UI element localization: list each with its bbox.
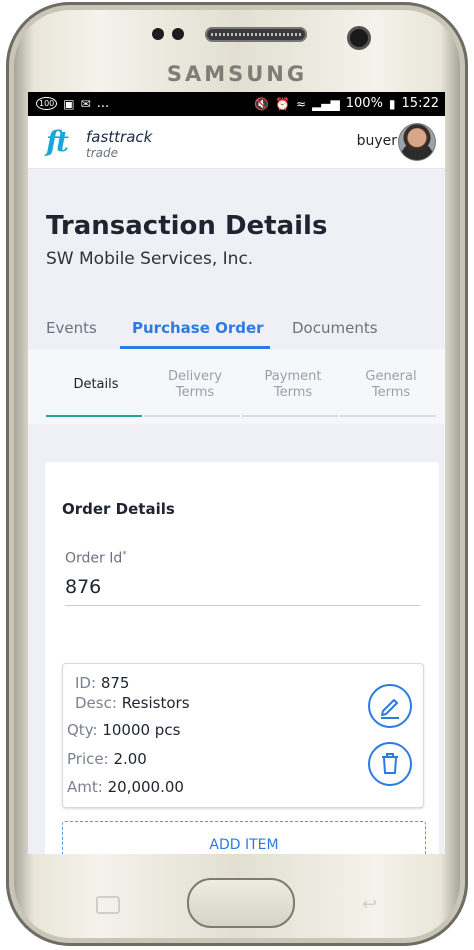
pencil-icon	[381, 699, 399, 719]
field-underline	[65, 605, 420, 606]
subtab-indicator	[46, 415, 142, 417]
item-amount: Amt: 20,000.00	[67, 778, 184, 796]
battery-level: 100%	[345, 96, 383, 111]
sensor-dot	[172, 28, 184, 40]
trash-icon	[382, 753, 398, 774]
subtab-label: Details	[73, 377, 119, 392]
logo-name: fasttrack	[86, 128, 153, 146]
subtab-divider	[144, 415, 240, 417]
wifi-icon: ≈	[296, 96, 307, 111]
order-id-field[interactable]: 876	[65, 576, 101, 598]
subtab-payment-terms[interactable]: Payment Terms	[246, 369, 340, 401]
mail-icon: ✉	[80, 96, 91, 111]
logo-mark-text: ft	[46, 125, 69, 158]
item-amt-value: 20,000.00	[107, 778, 184, 796]
user-role[interactable]: buyer	[357, 133, 397, 149]
subtab-delivery-terms[interactable]: Delivery Terms	[148, 369, 242, 401]
subtab-label: General	[365, 369, 417, 384]
tab-documents[interactable]: Documents	[292, 319, 378, 337]
speaker-grille	[205, 27, 307, 42]
add-item-button[interactable]: ADD ITEM	[62, 821, 426, 854]
signal-icon: ▂▄▆	[312, 96, 340, 111]
tab-purchase-order[interactable]: Purchase Order	[132, 319, 264, 337]
item-qty-value: 10000 pcs	[102, 721, 181, 739]
avatar[interactable]	[399, 124, 435, 160]
subtab-label: Payment	[264, 369, 322, 384]
item-desc-value: Resistors	[121, 694, 190, 712]
item-id: ID: 875	[75, 674, 129, 692]
more-notifications: ...	[96, 96, 110, 111]
item-price-key: Price:	[67, 750, 109, 768]
back-icon[interactable]: ↩	[362, 894, 388, 915]
page-header: Transaction Details SW Mobile Services, …	[28, 169, 445, 424]
content-area: Order Details Order Id* 876 ID: 875 Desc…	[28, 424, 445, 854]
item-amt-key: Amt:	[67, 778, 103, 796]
section-title: Order Details	[62, 500, 175, 518]
front-camera	[350, 29, 368, 47]
delete-button[interactable]	[368, 742, 412, 786]
screen: 100 ▣ ✉ ... 🔇 ⏰ ≈ ▂▄▆ 100% ▮ 15:22 ft fa…	[28, 92, 445, 854]
sensor-dot	[152, 28, 164, 40]
order-card: Order Details Order Id* 876 ID: 875 Desc…	[45, 462, 439, 854]
subtab-label: Terms	[371, 385, 411, 400]
status-bar: 100 ▣ ✉ ... 🔇 ⏰ ≈ ▂▄▆ 100% ▮ 15:22	[28, 92, 445, 116]
page-title: Transaction Details	[46, 211, 328, 241]
mute-icon: 🔇	[254, 96, 270, 111]
battery-icon: ▮	[388, 96, 396, 111]
order-id-label: Order Id*	[65, 550, 127, 567]
item-qty: Qty: 10000 pcs	[67, 721, 180, 739]
clock: 15:22	[401, 96, 439, 111]
item-qty-key: Qty:	[67, 721, 98, 739]
subtab-divider	[242, 415, 338, 417]
item-price-value: 2.00	[113, 750, 147, 768]
subtab-label: Delivery	[168, 369, 222, 384]
order-id-label-text: Order Id	[65, 550, 123, 567]
recent-apps-icon[interactable]	[96, 896, 120, 914]
home-button[interactable]	[187, 878, 295, 928]
required-mark: *	[122, 550, 127, 560]
list-item: ID: 875 Desc: Resistors Qty: 10000 pcs P…	[62, 663, 424, 808]
company-name: SW Mobile Services, Inc.	[46, 249, 254, 269]
subtab-details[interactable]: Details	[49, 377, 143, 393]
subtab-divider	[340, 415, 436, 417]
tab-events[interactable]: Events	[46, 319, 97, 337]
item-id-value: 875	[100, 674, 130, 692]
logo-mark[interactable]: ft	[46, 125, 69, 158]
item-desc-key: Desc:	[75, 694, 117, 712]
subtab-general-terms[interactable]: General Terms	[344, 369, 438, 401]
subtab-label: Terms	[175, 385, 215, 400]
main-tabs: Events Purchase Order Documents	[28, 309, 445, 349]
item-id-key: ID:	[75, 674, 97, 692]
app-bar: ft fasttrack trade buyer	[28, 116, 445, 169]
sub-tabs: Details Delivery Terms Payment Terms Gen…	[28, 349, 445, 424]
battery-saver-icon: 100	[36, 97, 58, 110]
image-icon: ▣	[63, 96, 75, 111]
logo-tagline: trade	[86, 146, 118, 160]
item-desc: Desc: Resistors	[75, 694, 190, 712]
alarm-icon: ⏰	[275, 96, 290, 111]
subtab-label: Terms	[273, 385, 313, 400]
device-brand: SAMSUNG	[166, 62, 308, 86]
edit-button[interactable]	[368, 684, 412, 728]
item-price: Price: 2.00	[67, 750, 147, 768]
